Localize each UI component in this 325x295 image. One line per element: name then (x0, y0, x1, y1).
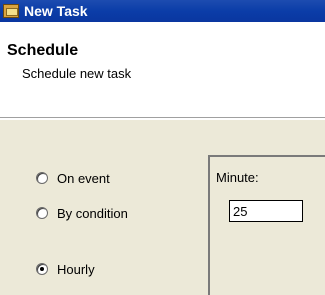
radio-button-icon[interactable] (36, 172, 48, 184)
radio-label-hourly: Hourly (57, 261, 95, 277)
minute-input[interactable] (229, 200, 303, 222)
page-title: Schedule (7, 42, 79, 59)
page-subtitle: Schedule new task (22, 66, 132, 81)
radio-label-by-condition: By condition (57, 205, 128, 221)
wizard-header: Schedule Schedule new task (0, 22, 325, 118)
header-divider (0, 118, 325, 120)
radio-hourly[interactable]: Hourly (36, 260, 95, 278)
radio-on-event[interactable]: On event (36, 169, 110, 187)
radio-by-condition[interactable]: By condition (36, 204, 128, 222)
radio-label-on-event: On event (57, 170, 110, 186)
radio-button-checked-icon[interactable] (36, 263, 48, 275)
title-bar: New Task (0, 0, 325, 22)
minute-label: Minute: (216, 170, 259, 185)
window-title: New Task (24, 3, 88, 19)
app-icon (3, 4, 19, 18)
radio-button-icon[interactable] (36, 207, 48, 219)
